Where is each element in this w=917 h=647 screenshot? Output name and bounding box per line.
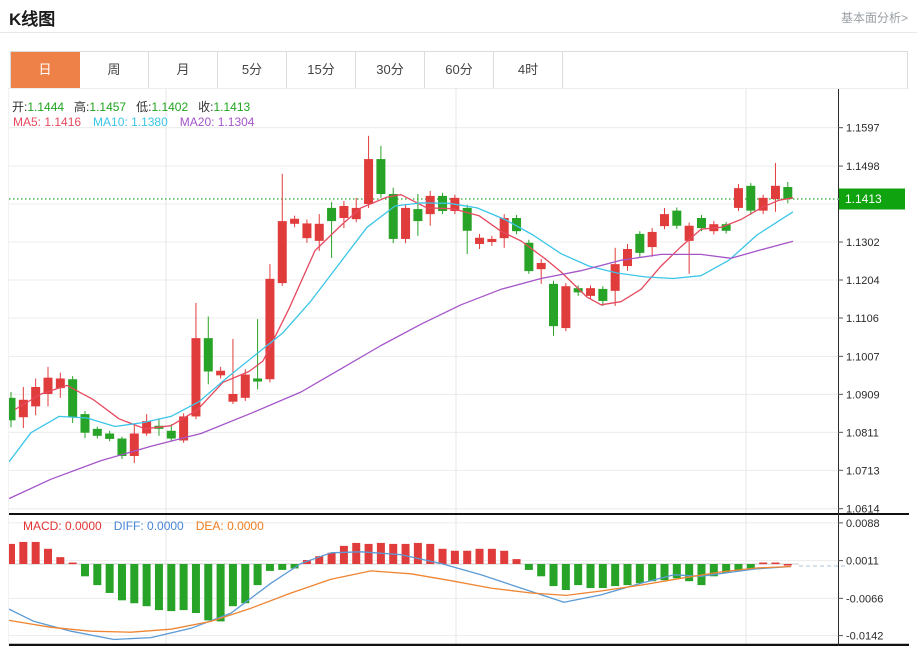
tab-item-7[interactable]: 4时	[494, 52, 563, 88]
tab-item-3[interactable]: 5分	[218, 52, 287, 88]
kline-chart-canvas[interactable]: 1.1597 1.1498 1.1302 1.1204 1.1106 1.1007 1.09…	[9, 89, 909, 646]
tabstrip-filler	[563, 52, 907, 88]
svg-text:1.1007: 1.1007	[846, 351, 880, 363]
title-divider	[0, 32, 917, 33]
fundamental-analysis-link[interactable]: 基本面分析>	[841, 9, 908, 26]
chart-container: 1.1597 1.1498 1.1302 1.1204 1.1106 1.1007 1.09…	[8, 88, 909, 646]
svg-text:1.1413: 1.1413	[845, 192, 882, 206]
svg-text:1.1106: 1.1106	[846, 313, 879, 325]
period-tabstrip: 日周月 5分 15分 30分 60分 4时	[10, 51, 908, 89]
svg-text:-0.0142: -0.0142	[846, 631, 883, 643]
tab-item-1[interactable]: 周	[80, 52, 149, 88]
kline-widget: K线图 基本面分析> 日周月 5分 15分 30分 60分 4时 1.1597 1.1498…	[0, 0, 917, 647]
svg-text:1.1302: 1.1302	[846, 237, 880, 249]
svg-text:1.0811: 1.0811	[846, 427, 879, 439]
svg-text:1.0614: 1.0614	[846, 504, 880, 516]
svg-text:1.0909: 1.0909	[846, 389, 880, 401]
macd-histogram-layer	[9, 541, 792, 622]
svg-text:1.1204: 1.1204	[846, 275, 880, 287]
tab-item-6[interactable]: 60分	[425, 52, 494, 88]
svg-text:1.1597: 1.1597	[846, 123, 880, 135]
tab-item-0[interactable]: 日	[11, 52, 80, 88]
axis-layer: 1.1597 1.1498 1.1302 1.1204 1.1106 1.1007 1.09…	[9, 89, 909, 646]
page-title: K线图	[9, 10, 56, 29]
candles-layer	[9, 135, 793, 463]
svg-text:1.0713: 1.0713	[846, 465, 880, 477]
tab-item-2[interactable]: 月	[149, 52, 218, 88]
svg-text:1.1498: 1.1498	[846, 161, 880, 173]
tab-item-4[interactable]: 15分	[287, 52, 356, 88]
svg-text:0.0011: 0.0011	[846, 556, 879, 568]
tab-item-5[interactable]: 30分	[356, 52, 425, 88]
svg-text:-0.0066: -0.0066	[846, 593, 883, 605]
current-price-tag: 1.1413	[838, 188, 905, 210]
svg-text:0.0088: 0.0088	[846, 518, 880, 530]
